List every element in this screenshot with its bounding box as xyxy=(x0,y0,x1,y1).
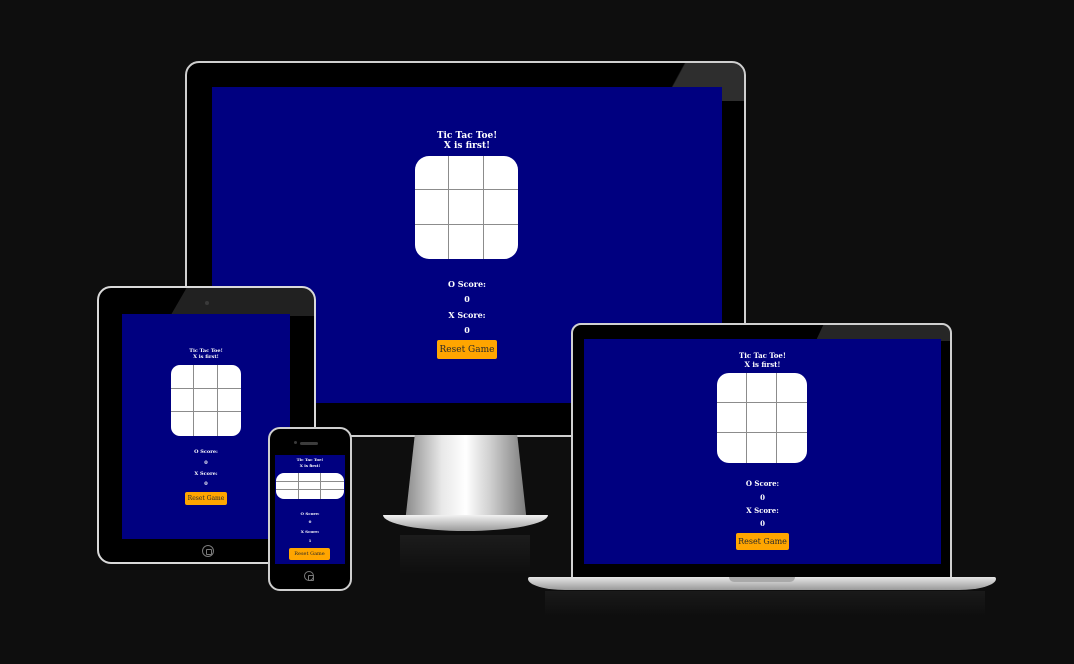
turn-message: X is first! xyxy=(744,360,781,369)
tablet-app-screen: Tic Tac Toe! X is first! O Score: 0 X Sc… xyxy=(122,314,290,539)
board-cell[interactable] xyxy=(194,365,218,389)
board-cell[interactable] xyxy=(747,403,777,433)
board-cell[interactable] xyxy=(717,373,747,403)
board-cell[interactable] xyxy=(321,473,344,482)
o-score-value: 0 xyxy=(204,460,208,466)
board-cell[interactable] xyxy=(217,365,241,389)
o-score-value: 0 xyxy=(760,493,765,502)
board-cell[interactable] xyxy=(299,490,322,499)
board-cell[interactable] xyxy=(777,433,807,463)
turn-message: X is first! xyxy=(193,354,219,360)
speaker-icon xyxy=(300,442,318,445)
board-cell[interactable] xyxy=(717,403,747,433)
game-board xyxy=(415,156,518,259)
board-cell[interactable] xyxy=(747,433,777,463)
board-cell[interactable] xyxy=(483,156,518,191)
board-cell[interactable] xyxy=(194,388,218,413)
laptop-mockup: Tic Tac Toe! X is first! O Score: 0 X Sc… xyxy=(571,323,952,579)
turn-message: X is first! xyxy=(299,463,321,468)
game-board xyxy=(276,473,344,499)
board-cell[interactable] xyxy=(298,481,322,491)
board-cell[interactable] xyxy=(171,412,195,436)
o-score-value: 0 xyxy=(308,519,312,524)
camera-icon xyxy=(294,441,297,444)
x-score-label: X Score: xyxy=(746,506,779,515)
board-cell[interactable] xyxy=(415,224,450,259)
board-cell[interactable] xyxy=(218,412,241,436)
phone-app-screen: Tic Tac Toe! X is first! O Score: 0 X Sc… xyxy=(275,455,345,564)
reset-game-button[interactable]: Reset Game xyxy=(289,548,330,560)
x-score-label: X Score: xyxy=(194,471,218,477)
board-cell[interactable] xyxy=(321,482,344,491)
game-board xyxy=(171,365,241,436)
laptop-app-screen: Tic Tac Toe! X is first! O Score: 0 X Sc… xyxy=(584,339,941,564)
home-button-icon xyxy=(202,545,214,557)
board-cell[interactable] xyxy=(484,225,518,259)
board-cell[interactable] xyxy=(321,490,344,499)
o-score-label: O Score: xyxy=(745,479,780,488)
game-title: Tic Tac Toe! xyxy=(436,131,498,141)
board-cell[interactable] xyxy=(276,490,299,499)
x-score-value: 0 xyxy=(204,481,208,487)
board-cell[interactable] xyxy=(415,156,450,191)
laptop-trackpad-notch xyxy=(729,577,795,582)
o-score-label: O Score: xyxy=(300,511,320,516)
game-board xyxy=(717,373,807,463)
home-button-icon xyxy=(304,571,314,581)
phone-mockup: Tic Tac Toe! X is first! O Score: 0 X Sc… xyxy=(268,427,352,591)
x-score-label: X Score: xyxy=(300,529,320,534)
board-cell[interactable] xyxy=(276,481,299,491)
board-cell[interactable] xyxy=(171,365,195,389)
turn-message: X is first! xyxy=(443,141,491,151)
board-cell[interactable] xyxy=(777,403,807,433)
board-cell[interactable] xyxy=(276,473,299,482)
board-cell[interactable] xyxy=(717,433,747,463)
board-cell[interactable] xyxy=(747,373,777,403)
camera-icon xyxy=(205,301,209,305)
reset-game-button[interactable]: Reset Game xyxy=(185,492,227,505)
game-title: Tic Tac Toe! xyxy=(739,351,786,360)
board-cell[interactable] xyxy=(449,190,484,225)
board-cell[interactable] xyxy=(171,388,195,413)
board-cell[interactable] xyxy=(483,190,518,225)
board-cell[interactable] xyxy=(194,412,218,436)
monitor-stand xyxy=(383,435,548,533)
o-score-label: O Score: xyxy=(194,449,218,455)
board-cell[interactable] xyxy=(217,389,241,413)
board-cell[interactable] xyxy=(415,190,450,225)
laptop-reflection xyxy=(545,591,985,616)
game-title: Tic Tac Toe! xyxy=(296,457,324,462)
reset-game-button[interactable]: Reset Game xyxy=(437,340,497,359)
reset-game-button[interactable]: Reset Game xyxy=(736,533,789,550)
board-cell[interactable] xyxy=(449,224,484,259)
x-score-value: 1 xyxy=(308,538,312,543)
x-score-value: 0 xyxy=(760,519,765,528)
board-cell[interactable] xyxy=(449,156,484,191)
board-cell[interactable] xyxy=(298,473,322,482)
board-cell[interactable] xyxy=(777,373,807,403)
monitor-reflection xyxy=(400,535,530,575)
